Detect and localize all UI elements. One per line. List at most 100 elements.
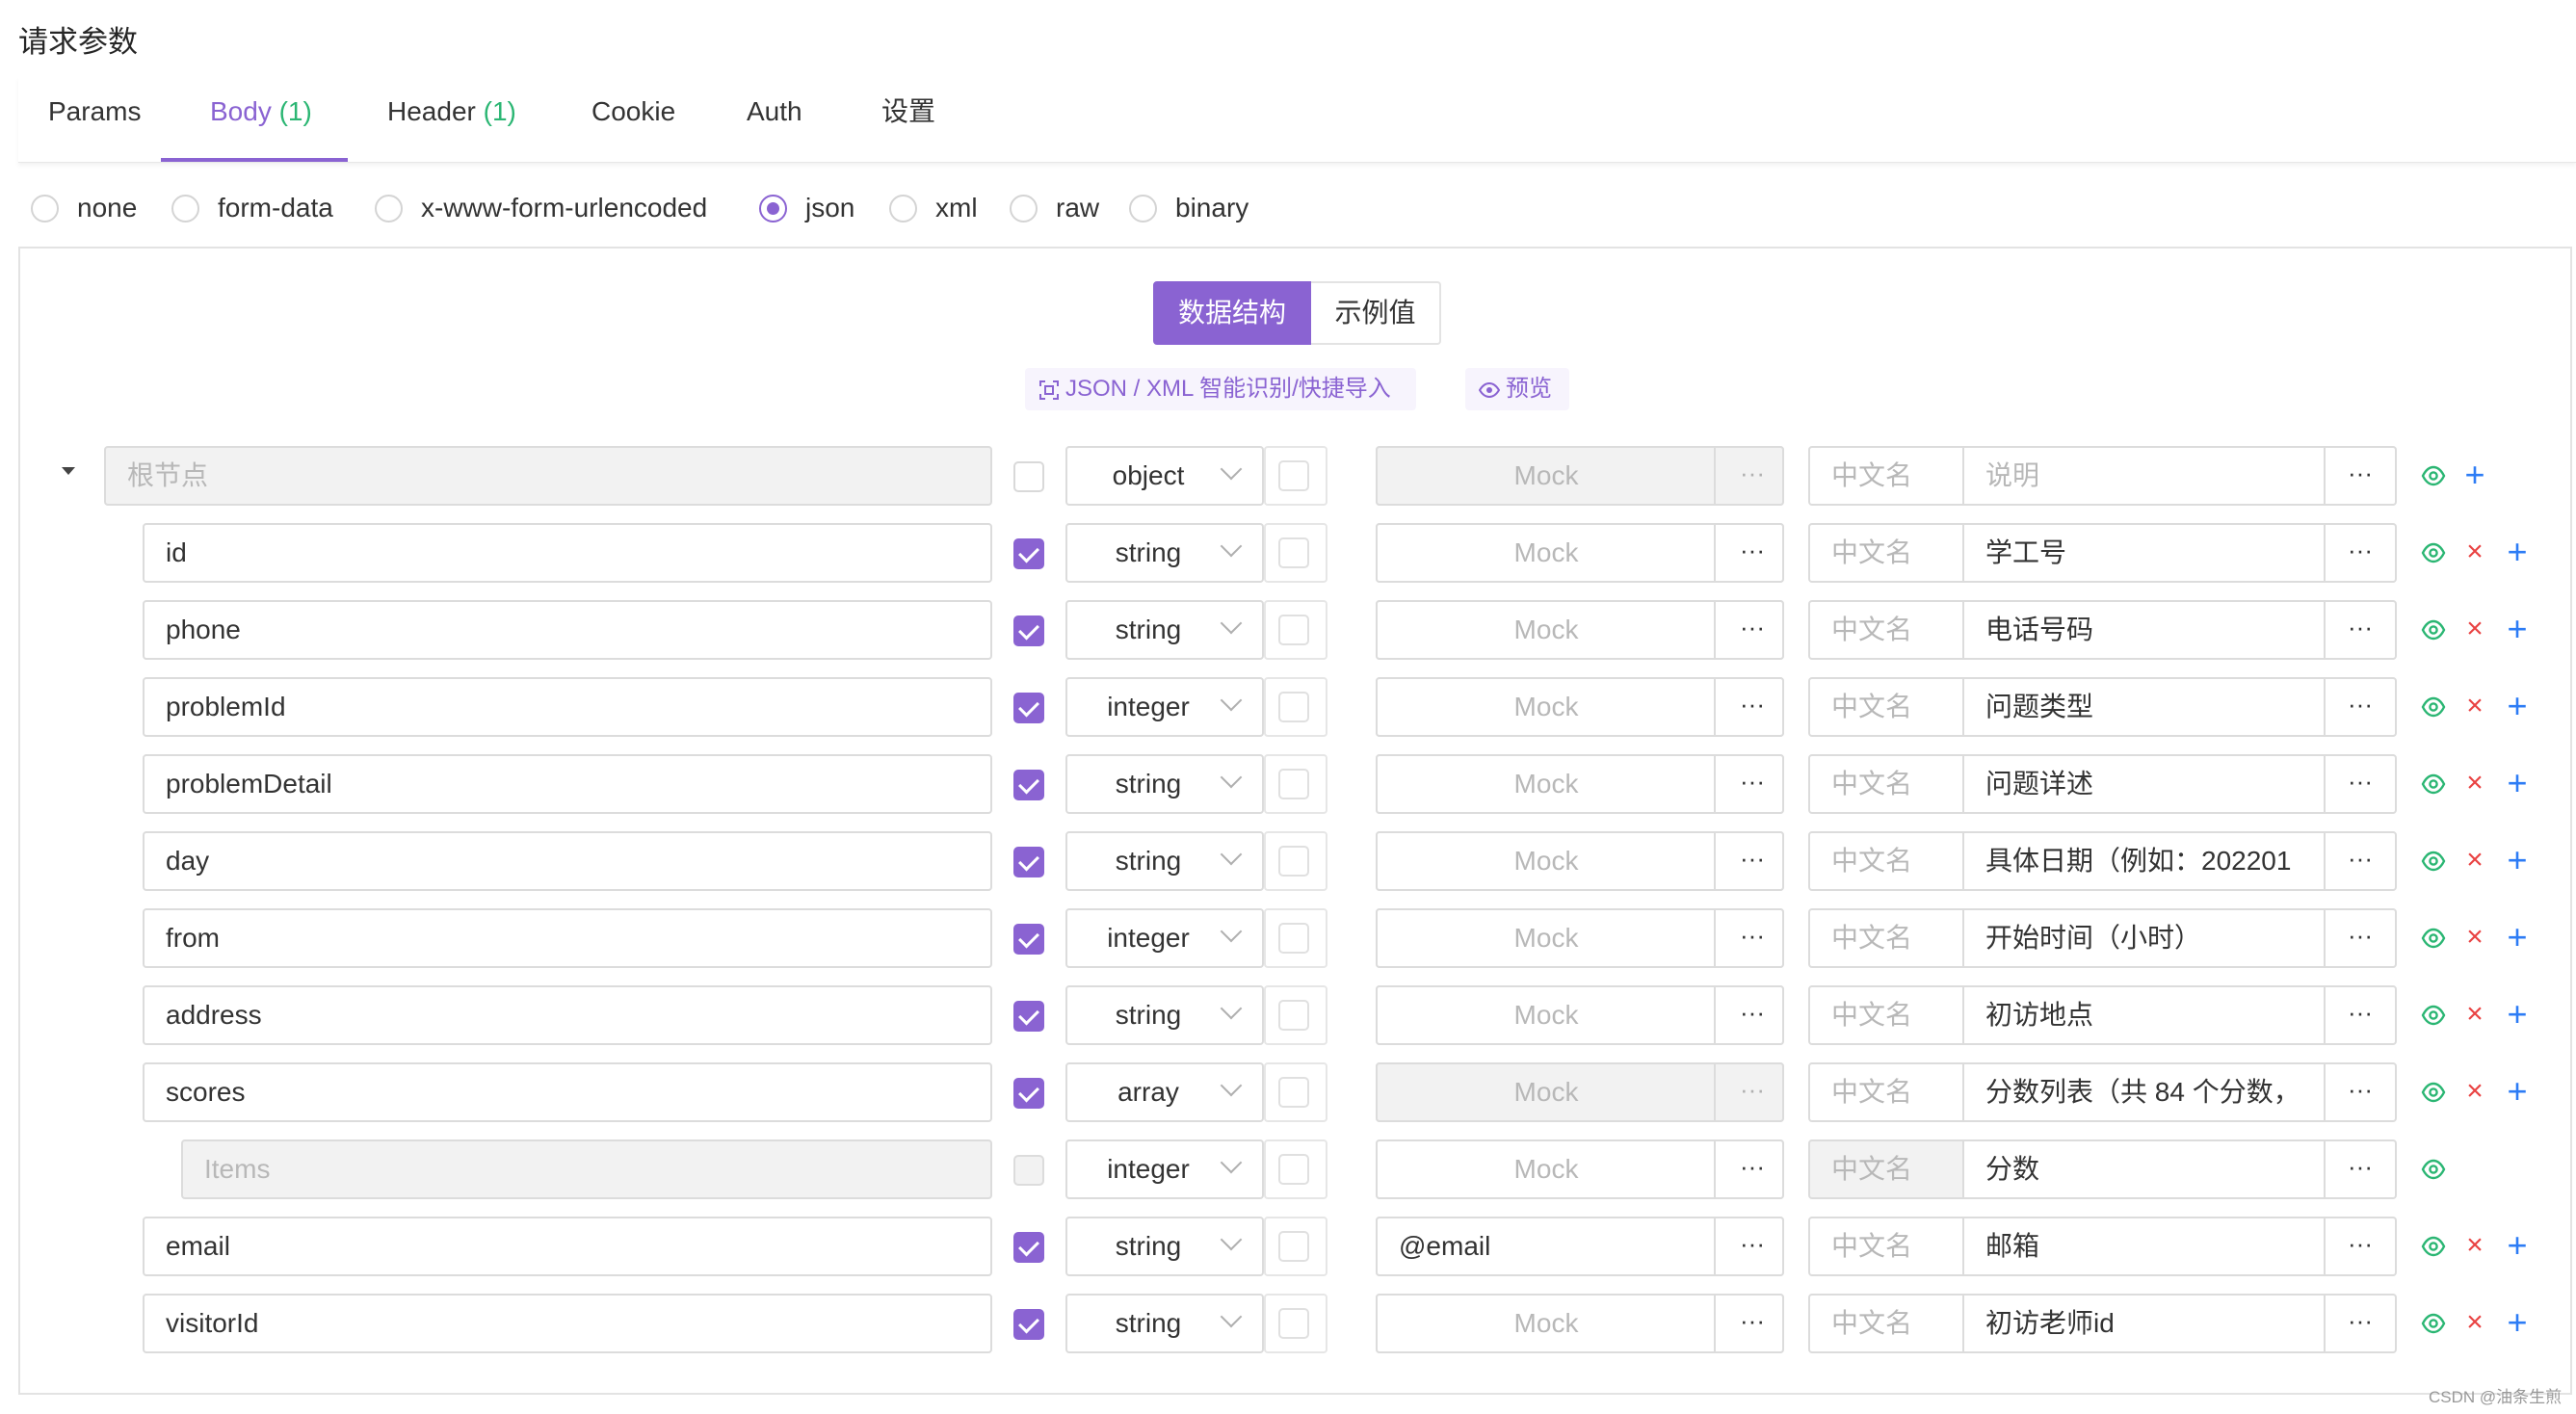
add-sibling-button[interactable]: +: [2503, 1074, 2532, 1109]
field-name-input[interactable]: email: [143, 1217, 992, 1276]
description-input[interactable]: 初访地点: [1962, 985, 2326, 1045]
type-select[interactable]: integer: [1065, 908, 1264, 968]
mock-more-button[interactable]: ···: [1716, 602, 1789, 652]
description-input[interactable]: 分数列表（共 84 个分数，: [1962, 1062, 2326, 1122]
eye-icon[interactable]: [2421, 1003, 2446, 1028]
cn-name-input[interactable]: 中文名: [1808, 600, 1964, 660]
eye-icon[interactable]: [2421, 926, 2446, 951]
nullable-checkbox[interactable]: [1278, 1000, 1309, 1031]
eye-icon[interactable]: [2421, 772, 2446, 797]
add-sibling-button[interactable]: +: [2503, 920, 2532, 955]
add-sibling-button[interactable]: +: [2503, 612, 2532, 646]
required-checkbox[interactable]: [1013, 538, 1044, 569]
mock-more-button[interactable]: ···: [1716, 448, 1789, 498]
tab-settings[interactable]: 设置: [881, 77, 935, 162]
required-checkbox[interactable]: [1013, 770, 1044, 800]
eye-icon[interactable]: [2421, 1157, 2446, 1182]
mock-input[interactable]: @email ···: [1376, 1217, 1784, 1276]
nullable-checkbox[interactable]: [1278, 769, 1309, 799]
field-name-input[interactable]: problemDetail: [143, 754, 992, 814]
cn-name-input[interactable]: 中文名: [1808, 908, 1964, 968]
eye-icon[interactable]: [2421, 1080, 2446, 1105]
required-checkbox[interactable]: [1013, 847, 1044, 877]
type-select[interactable]: string: [1065, 1217, 1264, 1276]
description-input[interactable]: 具体日期（例如：202201: [1962, 831, 2326, 891]
eye-icon[interactable]: [2421, 1234, 2446, 1259]
cn-name-input[interactable]: 中文名: [1808, 1217, 1964, 1276]
mock-more-button[interactable]: ···: [1716, 833, 1789, 883]
field-name-input[interactable]: phone: [143, 600, 992, 660]
delete-field-button[interactable]: ×: [2460, 615, 2489, 643]
delete-field-button[interactable]: ×: [2460, 1077, 2489, 1106]
delete-field-button[interactable]: ×: [2460, 1000, 2489, 1029]
description-input[interactable]: 电话号码: [1962, 600, 2326, 660]
delete-field-button[interactable]: ×: [2460, 692, 2489, 720]
mock-more-button[interactable]: ···: [1716, 987, 1789, 1037]
required-checkbox[interactable]: [1013, 1078, 1044, 1109]
structure-toggle-button[interactable]: 数据结构: [1153, 281, 1311, 345]
mock-input[interactable]: Mock ···: [1376, 600, 1784, 660]
field-name-input[interactable]: visitorId: [143, 1294, 992, 1353]
mock-more-button[interactable]: ···: [1716, 1064, 1789, 1114]
nullable-checkbox[interactable]: [1278, 537, 1309, 568]
mock-more-button[interactable]: ···: [1716, 1296, 1789, 1346]
smart-import-button[interactable]: JSON / XML 智能识别/快捷导入: [1025, 368, 1416, 410]
tab-params[interactable]: Params: [48, 77, 141, 162]
description-input[interactable]: 问题详述: [1962, 754, 2326, 814]
radio-raw[interactable]: raw: [1010, 189, 1099, 227]
collapse-caret-icon[interactable]: [62, 467, 75, 475]
mock-more-button[interactable]: ···: [1716, 1218, 1789, 1269]
mock-input[interactable]: Mock ···: [1376, 831, 1784, 891]
required-checkbox[interactable]: [1013, 1309, 1044, 1340]
eye-icon[interactable]: [2421, 463, 2446, 488]
cn-name-input[interactable]: 中文名: [1808, 831, 1964, 891]
mock-input[interactable]: Mock ···: [1376, 1062, 1784, 1122]
description-input[interactable]: 问题类型: [1962, 677, 2326, 737]
nullable-checkbox[interactable]: [1278, 846, 1309, 877]
cn-name-input[interactable]: 中文名: [1808, 985, 1964, 1045]
delete-field-button[interactable]: ×: [2460, 846, 2489, 875]
eye-icon[interactable]: [2421, 540, 2446, 565]
nullable-checkbox[interactable]: [1278, 1231, 1309, 1262]
type-select[interactable]: integer: [1065, 1139, 1264, 1199]
eye-icon[interactable]: [2421, 849, 2446, 874]
description-input[interactable]: 初访老师id: [1962, 1294, 2326, 1353]
cn-name-input[interactable]: 中文名: [1808, 523, 1964, 583]
add-sibling-button[interactable]: +: [2503, 766, 2532, 800]
description-input[interactable]: 邮箱: [1962, 1217, 2326, 1276]
tab-auth[interactable]: Auth: [747, 77, 802, 162]
cn-name-input[interactable]: 中文名: [1808, 1062, 1964, 1122]
nullable-checkbox[interactable]: [1278, 923, 1309, 954]
eye-icon[interactable]: [2421, 617, 2446, 642]
type-select[interactable]: integer: [1065, 677, 1264, 737]
radio-binary[interactable]: binary: [1129, 189, 1249, 227]
type-select[interactable]: array: [1065, 1062, 1264, 1122]
delete-field-button[interactable]: ×: [2460, 1308, 2489, 1337]
mock-input[interactable]: Mock ···: [1376, 985, 1784, 1045]
mock-more-button[interactable]: ···: [1716, 679, 1789, 729]
field-name-input[interactable]: Items: [181, 1139, 992, 1199]
nullable-checkbox[interactable]: [1278, 615, 1309, 645]
field-name-input[interactable]: scores: [143, 1062, 992, 1122]
description-more-button[interactable]: ···: [2324, 1139, 2397, 1199]
description-input[interactable]: 学工号: [1962, 523, 2326, 583]
add-sibling-button[interactable]: +: [2503, 689, 2532, 723]
tab-body[interactable]: Body (1): [210, 77, 312, 162]
type-select[interactable]: string: [1065, 831, 1264, 891]
required-checkbox[interactable]: [1013, 1155, 1044, 1186]
add-child-button[interactable]: +: [2460, 458, 2489, 492]
description-more-button[interactable]: ···: [2324, 985, 2397, 1045]
field-name-input[interactable]: from: [143, 908, 992, 968]
nullable-checkbox[interactable]: [1278, 1077, 1309, 1108]
type-select[interactable]: string: [1065, 754, 1264, 814]
mock-input[interactable]: Mock ···: [1376, 908, 1784, 968]
field-name-input[interactable]: problemId: [143, 677, 992, 737]
description-more-button[interactable]: ···: [2324, 908, 2397, 968]
radio-x-www-form-urlencoded[interactable]: x-www-form-urlencoded: [375, 189, 707, 227]
required-checkbox[interactable]: [1013, 615, 1044, 646]
eye-icon[interactable]: [2421, 694, 2446, 720]
delete-field-button[interactable]: ×: [2460, 537, 2489, 566]
cn-name-input[interactable]: 中文名: [1808, 1294, 1964, 1353]
description-input[interactable]: 分数: [1962, 1139, 2326, 1199]
nullable-checkbox[interactable]: [1278, 1154, 1309, 1185]
